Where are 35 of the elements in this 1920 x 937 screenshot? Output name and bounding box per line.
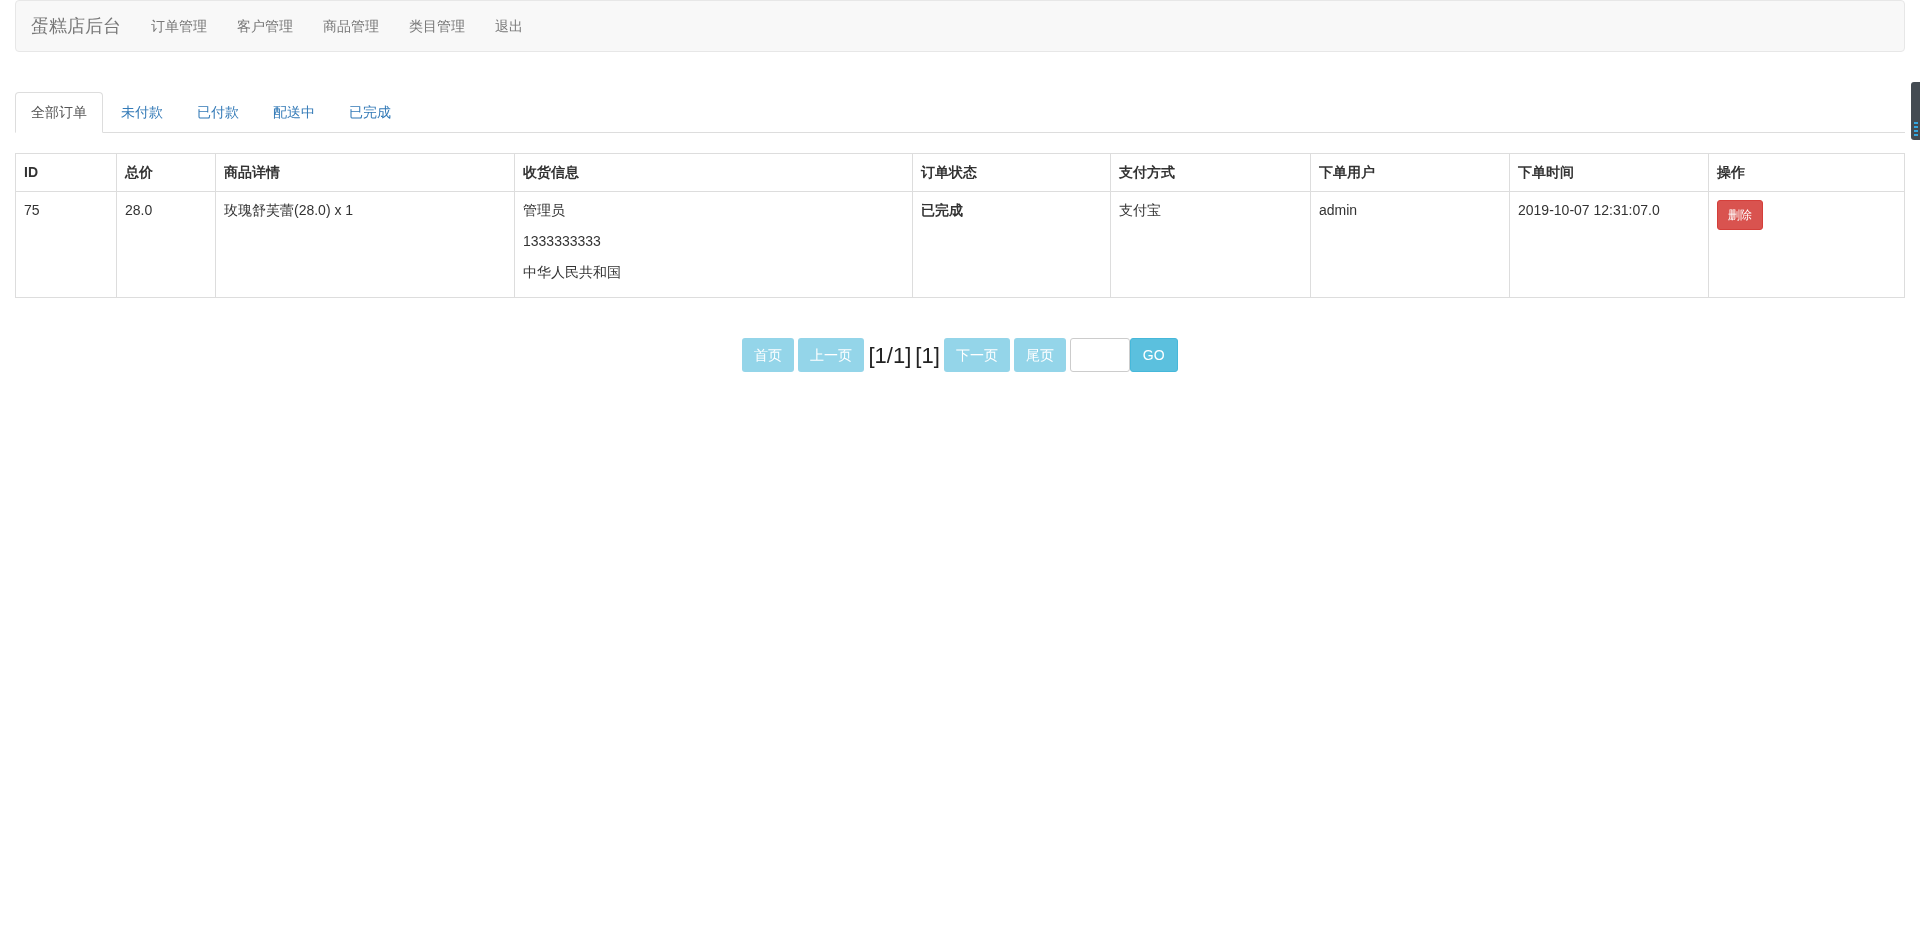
table-cell: 75 — [24, 202, 40, 218]
column-header: ID — [24, 164, 38, 180]
table-cell: admin — [1319, 202, 1358, 218]
column-header: 收货信息 — [523, 164, 579, 180]
nav-link[interactable]: 商品管理 — [308, 15, 394, 37]
tab[interactable]: 已完成 — [333, 92, 407, 132]
table-cell-text: 1333333333 — [523, 232, 602, 251]
column-header: 商品详情 — [224, 164, 280, 180]
nav-link[interactable]: 退出 — [480, 15, 538, 37]
table-cell: 28.0 — [125, 202, 153, 218]
tab[interactable]: 已付款 — [181, 92, 255, 132]
nav-link[interactable]: 订单管理 — [136, 15, 222, 37]
column-header: 下单时间 — [1518, 164, 1574, 180]
column-header: 支付方式 — [1119, 164, 1175, 180]
side-widget-drawing[interactable] — [1911, 82, 1920, 140]
table-cell: 2019-10-07 12:31:07.0 — [1518, 202, 1660, 218]
table-cell: 玫瑰舒芙蕾(28.0) x 1 — [224, 202, 354, 218]
tab[interactable]: 全部订单 — [15, 92, 103, 133]
nav-link[interactable]: 客户管理 — [222, 15, 308, 37]
delete-button[interactable]: 删除 — [1717, 200, 1763, 230]
table-cell-text: 中华人民共和国 — [523, 263, 622, 282]
column-header: 总价 — [125, 164, 153, 180]
page-input[interactable] — [1069, 338, 1130, 372]
table-cell: 支付宝 — [1119, 202, 1161, 218]
page-indicator: [1/1] — [868, 341, 912, 370]
tab[interactable]: 未付款 — [105, 92, 179, 132]
table-cell: 已完成 — [921, 202, 963, 218]
table-cell-text: 管理员 — [523, 201, 566, 220]
nav-link[interactable]: 类目管理 — [394, 15, 480, 37]
column-header: 订单状态 — [921, 164, 977, 180]
brand-title[interactable]: 蛋糕店后台 — [31, 12, 121, 40]
column-header: 下单用户 — [1319, 164, 1375, 180]
page-indicator: [1] — [915, 341, 940, 370]
tab[interactable]: 配送中 — [257, 92, 331, 132]
column-header: 操作 — [1717, 164, 1745, 180]
